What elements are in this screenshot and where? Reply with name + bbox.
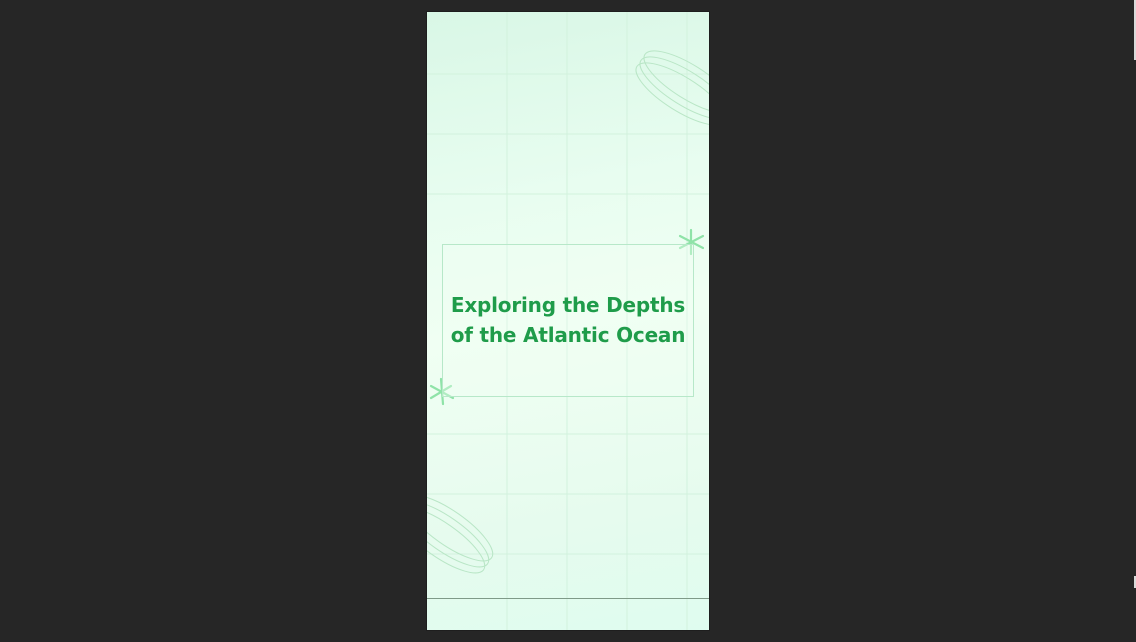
ellipse-rings-decoration-top bbox=[635, 50, 709, 126]
slide-title-line-1: Exploring the Depths bbox=[450, 293, 686, 317]
editor-canvas: Exploring the Depths of the Atlantic Oce… bbox=[0, 0, 1136, 642]
slide-title[interactable]: Exploring the Depths of the Atlantic Oce… bbox=[442, 290, 694, 350]
bottom-divider bbox=[427, 598, 709, 599]
slide[interactable]: Exploring the Depths of the Atlantic Oce… bbox=[427, 12, 709, 630]
ellipse-rings-decoration-bottom bbox=[427, 494, 494, 574]
slide-title-line-2: of the Atlantic Ocean bbox=[450, 323, 686, 347]
